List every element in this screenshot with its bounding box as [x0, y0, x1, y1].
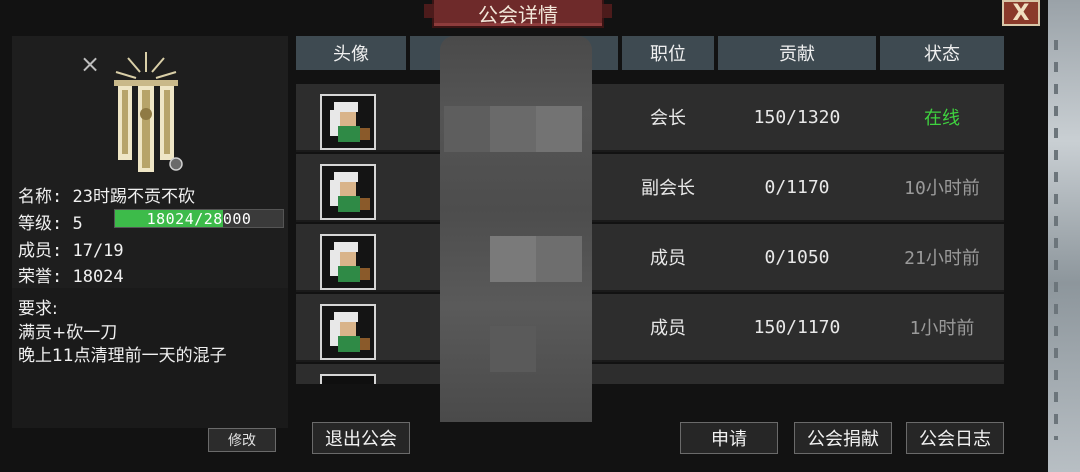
member-row[interactable]: 副会长 0/1170 10小时前 [296, 154, 1004, 222]
guild-level: 等级: 5 [18, 214, 83, 234]
mosaic-block [536, 236, 582, 282]
member-status: 1小时前 [909, 318, 975, 339]
close-window-button[interactable]: X [1002, 0, 1040, 26]
leave-guild-button[interactable]: 退出公会 [312, 422, 410, 454]
hero-avatar-icon [322, 166, 374, 218]
member-avatar[interactable] [320, 164, 376, 220]
header-avatar: 头像 [296, 36, 406, 70]
level-progress-bar: 18024/28000 [114, 209, 284, 228]
member-contribution: 150/1320 [753, 106, 841, 128]
member-row[interactable]: 成员 150/1170 1小时前 [296, 294, 1004, 362]
guild-donate-button[interactable]: 公会捐献 [794, 422, 892, 454]
guild-log-button[interactable]: 公会日志 [906, 422, 1004, 454]
member-status: 10小时前 [904, 178, 980, 199]
member-avatar[interactable] [320, 94, 376, 150]
header-contribution: 贡献 [718, 36, 876, 70]
mosaic-block [490, 236, 536, 282]
requirement-line: 晚上11点清理前一天的混子 [18, 346, 227, 366]
member-contribution: 0/1170 [764, 176, 830, 198]
header-status: 状态 [880, 36, 1004, 70]
header-position: 职位 [622, 36, 714, 70]
mosaic-block [490, 106, 536, 152]
requirement-line: 满贡+砍一刀 [18, 323, 118, 343]
apply-button[interactable]: 申请 [680, 422, 778, 454]
guild-members: 成员: 17/19 [18, 241, 124, 261]
member-contribution: 150/1170 [753, 316, 841, 338]
member-row[interactable]: 会长 150/1320 在线 [296, 84, 1004, 152]
member-avatar[interactable] [320, 374, 376, 384]
window-title: 公会详情 [424, 0, 612, 28]
member-status: 在线 [924, 108, 960, 129]
member-row[interactable]: 成员 0/1050 21小时前 [296, 224, 1004, 292]
background-scenery [1048, 0, 1080, 472]
member-position: 成员 [650, 318, 686, 339]
guild-name: 名称: 23时踢不贡不砍 [18, 187, 195, 207]
requirements-title: 要求: [18, 299, 58, 319]
member-position: 会长 [650, 108, 686, 129]
member-row-partial[interactable] [296, 364, 1004, 384]
mosaic-block [490, 326, 536, 372]
member-position: 副会长 [641, 178, 695, 199]
member-position: 成员 [650, 248, 686, 269]
close-icon[interactable]: × [80, 52, 100, 76]
edit-requirements-button[interactable]: 修改 [208, 428, 276, 452]
hero-avatar-icon [322, 96, 374, 148]
member-status: 21小时前 [904, 248, 980, 269]
mosaic-block [536, 106, 582, 152]
member-avatar[interactable] [320, 234, 376, 290]
mosaic-block [444, 106, 490, 152]
level-progress-text: 18024/28000 [146, 209, 252, 228]
hero-avatar-icon [322, 236, 374, 288]
member-avatar[interactable] [320, 304, 376, 360]
hero-avatar-icon [322, 306, 374, 358]
guild-honor: 荣誉: 18024 [18, 267, 124, 287]
member-list[interactable]: 会长 150/1320 在线 副会长 0/1170 10小时前 成员 0/105 [296, 78, 1004, 384]
member-contribution: 0/1050 [764, 246, 830, 268]
guild-banner-emblem [114, 52, 183, 172]
blurred-names-overlay [440, 36, 592, 422]
